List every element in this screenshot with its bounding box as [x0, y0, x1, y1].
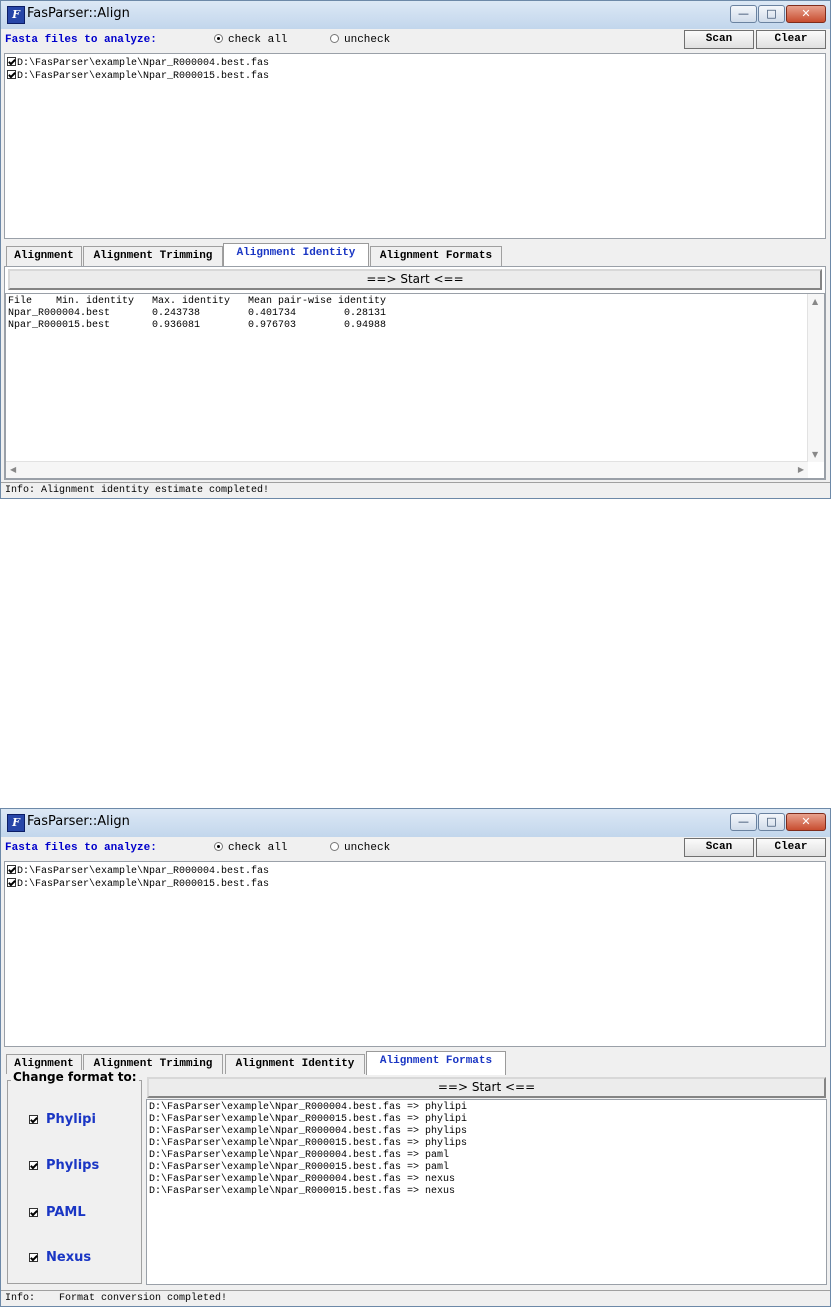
- window-alignment-formats: F FasParser::Align — □ ✕ Fasta files to …: [0, 808, 831, 1307]
- scroll-up-icon[interactable]: ▲: [812, 297, 818, 306]
- check-all-radio[interactable]: check all: [214, 34, 287, 46]
- file-path: D:\FasParser\example\Npar_R000004.best.f…: [17, 866, 270, 877]
- minimize-button[interactable]: —: [730, 5, 757, 23]
- minimize-button[interactable]: —: [730, 813, 757, 831]
- tab-alignment-identity[interactable]: Alignment Identity: [225, 1054, 365, 1074]
- start-button[interactable]: ==> Start <==: [147, 1077, 826, 1098]
- status-text: Info: Format conversion completed!: [5, 1293, 228, 1304]
- vertical-scrollbar[interactable]: ▲ ▼: [807, 294, 824, 462]
- output-line: Npar_R000004.best 0.243738 0.401734 0.28…: [8, 308, 387, 319]
- check-all-label: check all: [228, 842, 288, 854]
- checkbox-checked-icon[interactable]: [29, 1253, 38, 1262]
- start-button[interactable]: ==> Start <==: [8, 269, 822, 290]
- title-bar[interactable]: F FasParser::Align — □ ✕: [1, 809, 830, 837]
- scan-button[interactable]: Scan: [684, 30, 754, 49]
- output-line: D:\FasParser\example\Npar_R000004.best.f…: [149, 1150, 450, 1161]
- format-option-nexus[interactable]: Nexus: [29, 1250, 91, 1265]
- checkbox-checked-icon[interactable]: [29, 1161, 38, 1170]
- radio-unselected-icon: [330, 34, 339, 43]
- uncheck-radio[interactable]: uncheck: [330, 842, 390, 854]
- clear-button[interactable]: Clear: [756, 838, 826, 857]
- checkbox-checked-icon[interactable]: [29, 1208, 38, 1217]
- output-line: D:\FasParser\example\Npar_R000015.best.f…: [149, 1162, 450, 1173]
- status-bar: Info: Alignment identity estimate comple…: [1, 482, 830, 498]
- format-option-phylipi[interactable]: Phylipi: [29, 1112, 96, 1127]
- clear-button[interactable]: Clear: [756, 30, 826, 49]
- scan-button[interactable]: Scan: [684, 838, 754, 857]
- file-list[interactable]: D:\FasParser\example\Npar_R000004.best.f…: [4, 861, 826, 1047]
- file-list[interactable]: D:\FasParser\example\Npar_R000004.best.f…: [4, 53, 826, 239]
- check-all-label: check all: [228, 34, 288, 46]
- window-alignment-identity: F FasParser::Align — □ ✕ Fasta files to …: [0, 0, 831, 499]
- format-group-title: Change format to:: [11, 1070, 139, 1084]
- radio-unselected-icon: [330, 842, 339, 851]
- tab-alignment-trimming[interactable]: Alignment Trimming: [83, 246, 223, 266]
- uncheck-label: uncheck: [344, 34, 391, 46]
- tab-alignment-formats[interactable]: Alignment Formats: [370, 246, 502, 266]
- tab-alignment-identity[interactable]: Alignment Identity: [223, 243, 369, 267]
- output-line: File Min. identity Max. identity Mean pa…: [8, 296, 387, 307]
- check-all-radio[interactable]: check all: [214, 842, 287, 854]
- tab-page-identity: ==> Start <== File Min. identity Max. id…: [4, 266, 826, 480]
- format-label: Phylips: [46, 1158, 100, 1173]
- scroll-left-icon[interactable]: ◀: [10, 465, 16, 474]
- maximize-button[interactable]: □: [758, 813, 785, 831]
- format-label: Nexus: [46, 1250, 92, 1265]
- file-path: D:\FasParser\example\Npar_R000015.best.f…: [17, 879, 270, 890]
- app-icon: F: [7, 6, 25, 24]
- scroll-down-icon[interactable]: ▼: [812, 450, 818, 459]
- window-title: FasParser::Align: [27, 814, 130, 829]
- format-option-phylips[interactable]: Phylips: [29, 1158, 99, 1173]
- horizontal-scrollbar[interactable]: ◀ ▶: [6, 461, 808, 478]
- file-path: D:\FasParser\example\Npar_R000004.best.f…: [17, 58, 270, 69]
- title-bar[interactable]: F FasParser::Align — □ ✕: [1, 1, 830, 29]
- format-label: PAML: [46, 1205, 86, 1220]
- files-prompt-label: Fasta files to analyze:: [5, 842, 157, 854]
- output-line: D:\FasParser\example\Npar_R000004.best.f…: [149, 1174, 456, 1185]
- output-text-area[interactable]: File Min. identity Max. identity Mean pa…: [5, 293, 825, 479]
- scroll-right-icon[interactable]: ▶: [798, 465, 804, 474]
- checkbox-checked-icon[interactable]: [7, 57, 16, 66]
- format-label: Phylipi: [46, 1112, 96, 1127]
- file-item[interactable]: D:\FasParser\example\Npar_R000015.best.f…: [7, 70, 269, 82]
- output-line: D:\FasParser\example\Npar_R000015.best.f…: [149, 1114, 468, 1125]
- window-title: FasParser::Align: [27, 6, 130, 21]
- maximize-button[interactable]: □: [758, 5, 785, 23]
- file-path: D:\FasParser\example\Npar_R000015.best.f…: [17, 71, 270, 82]
- close-button[interactable]: ✕: [786, 813, 826, 831]
- checkbox-checked-icon[interactable]: [29, 1115, 38, 1124]
- output-line: D:\FasParser\example\Npar_R000015.best.f…: [149, 1138, 468, 1149]
- status-bar: Info: Format conversion completed!: [1, 1290, 830, 1306]
- format-option-paml[interactable]: PAML: [29, 1205, 86, 1220]
- app-icon: F: [7, 814, 25, 832]
- file-item[interactable]: D:\FasParser\example\Npar_R000004.best.f…: [7, 865, 269, 877]
- status-text: Info: Alignment identity estimate comple…: [5, 485, 270, 496]
- tab-alignment-formats[interactable]: Alignment Formats: [366, 1051, 506, 1075]
- radio-selected-icon: [214, 842, 223, 851]
- uncheck-label: uncheck: [344, 842, 391, 854]
- checkbox-checked-icon[interactable]: [7, 70, 16, 79]
- output-line: D:\FasParser\example\Npar_R000004.best.f…: [149, 1102, 468, 1113]
- tab-alignment[interactable]: Alignment: [6, 246, 82, 266]
- files-prompt-label: Fasta files to analyze:: [5, 34, 157, 46]
- output-line: Npar_R000015.best 0.936081 0.976703 0.94…: [8, 320, 387, 331]
- close-button[interactable]: ✕: [786, 5, 826, 23]
- file-item[interactable]: D:\FasParser\example\Npar_R000015.best.f…: [7, 878, 269, 890]
- output-line: D:\FasParser\example\Npar_R000004.best.f…: [149, 1126, 468, 1137]
- checkbox-checked-icon[interactable]: [7, 878, 16, 887]
- uncheck-radio[interactable]: uncheck: [330, 34, 390, 46]
- checkbox-checked-icon[interactable]: [7, 865, 16, 874]
- output-text-area[interactable]: D:\FasParser\example\Npar_R000004.best.f…: [146, 1099, 827, 1285]
- output-line: D:\FasParser\example\Npar_R000015.best.f…: [149, 1186, 456, 1197]
- radio-selected-icon: [214, 34, 223, 43]
- file-item[interactable]: D:\FasParser\example\Npar_R000004.best.f…: [7, 57, 269, 69]
